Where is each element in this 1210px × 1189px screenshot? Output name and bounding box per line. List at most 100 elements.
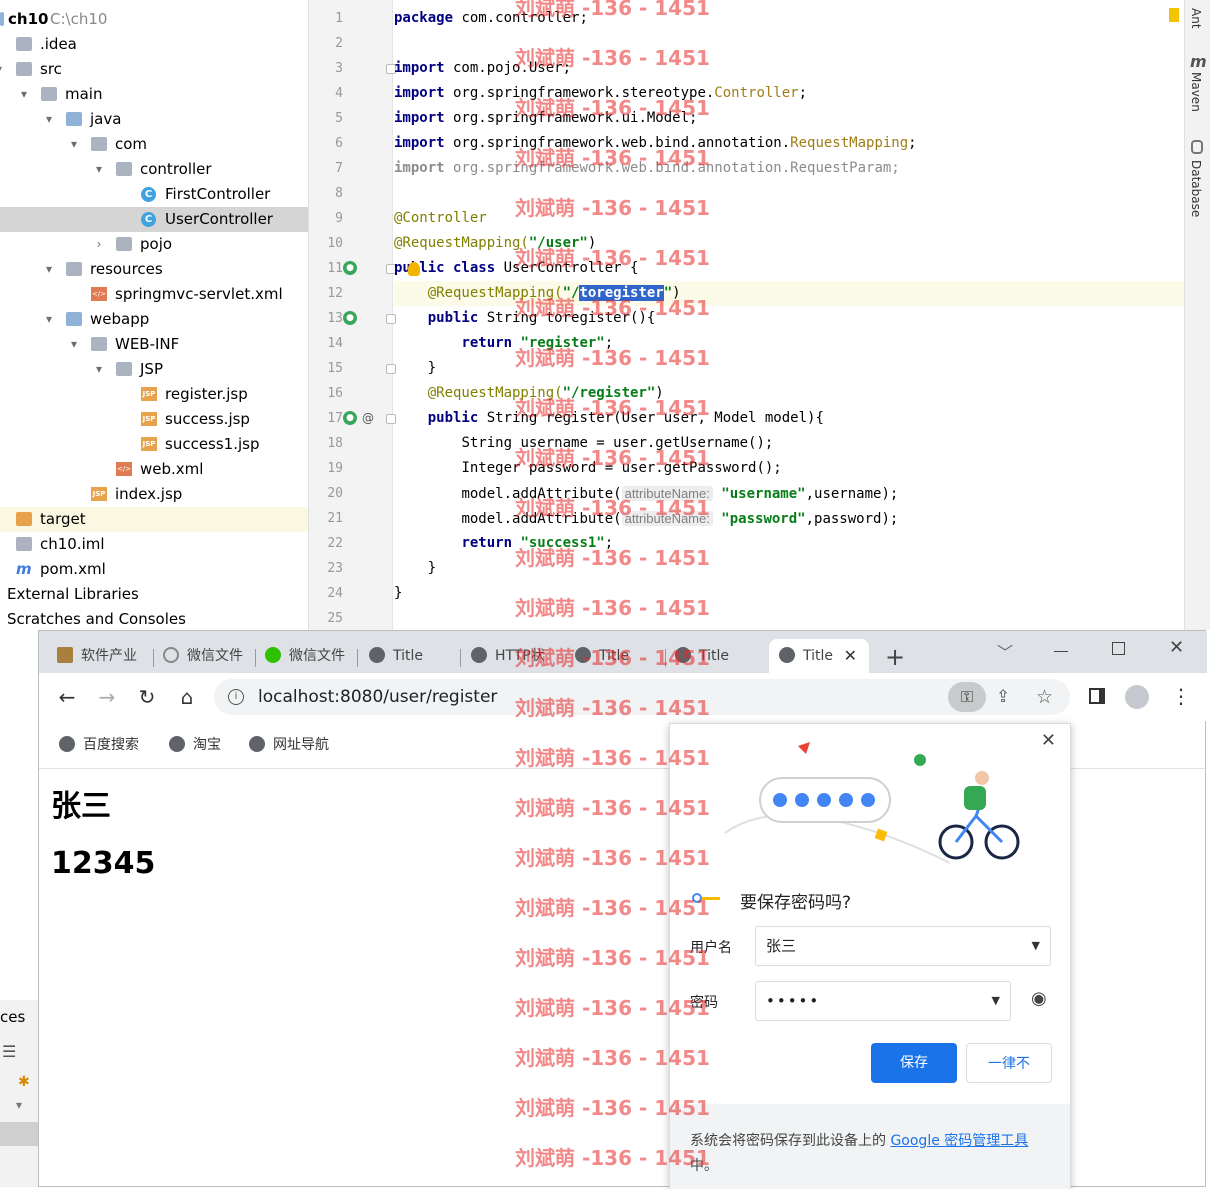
star-icon[interactable]: ☆ [1036, 679, 1053, 715]
ant-tool-tab[interactable]: Ant [1189, 8, 1203, 29]
tree-item[interactable]: JSP register.jsp [0, 382, 308, 407]
code-line-15[interactable]: } [394, 356, 1184, 381]
tree-item[interactable]: JSP success1.jsp [0, 432, 308, 457]
chevron-down-icon[interactable]: ▾ [67, 132, 81, 157]
code-line-21[interactable]: model.addAttribute(attributeName: "passw… [394, 506, 1184, 531]
eye-icon[interactable]: ◉ [1031, 988, 1047, 1009]
code-line-1[interactable]: package com.controller; [394, 6, 1184, 31]
save-button[interactable]: 保存 [871, 1043, 957, 1083]
tree-item[interactable]: ▾ webapp [0, 307, 308, 332]
forward-icon[interactable]: → [91, 681, 123, 713]
home-icon[interactable]: ⌂ [171, 681, 203, 713]
key-icon[interactable]: ⚿ [948, 682, 986, 712]
code-line-16[interactable]: @RequestMapping("/register") [394, 381, 1184, 406]
code-editor[interactable]: package com.controller; import com.pojo.… [394, 0, 1184, 630]
code-line-22[interactable]: return "success1"; [394, 531, 1184, 556]
tree-item[interactable]: ▾ resources [0, 257, 308, 282]
tree-item[interactable]: Scratches and Consoles [0, 607, 308, 632]
bean-gutter-icon[interactable]: ● [343, 261, 357, 275]
code-line-7[interactable]: import org.springframework.web.bind.anno… [394, 156, 1184, 181]
code-line-19[interactable]: Integer password = user.getPassword(); [394, 456, 1184, 481]
tree-item[interactable]: ch10.iml [0, 532, 308, 557]
tree-item[interactable]: ch10 C:\ch10 [0, 7, 308, 32]
maximize-icon[interactable] [1112, 642, 1125, 655]
tree-item[interactable]: ▾ JSP [0, 357, 308, 382]
tree-item[interactable]: ▾ java [0, 107, 308, 132]
info-icon[interactable]: i [228, 689, 244, 705]
chevron-down-icon[interactable]: ▾ [0, 57, 6, 82]
tree-item[interactable]: m pom.xml [0, 557, 308, 582]
code-line-18[interactable]: String username = user.getUsername(); [394, 431, 1184, 456]
code-line-10[interactable]: @RequestMapping("/user") [394, 231, 1184, 256]
profile-avatar-icon[interactable] [1125, 685, 1149, 709]
chevron-down-icon[interactable]: ▾ [42, 257, 56, 282]
bean-gutter-icon[interactable]: ● [343, 411, 357, 425]
tree-item[interactable]: target [0, 507, 308, 532]
tree-item[interactable]: JSP success.jsp [0, 407, 308, 432]
chevron-down-icon[interactable]: ▾ [92, 357, 106, 382]
tab-search-icon[interactable]: ﹀ [997, 639, 1013, 663]
code-line-13[interactable]: public String toregister(){ [394, 306, 1184, 331]
tab-5[interactable]: HTTP状 [471, 639, 565, 673]
new-tab-button[interactable]: + [885, 643, 905, 671]
tree-item[interactable]: C FirstController [0, 182, 308, 207]
code-line-3[interactable]: import com.pojo.User; [394, 56, 1184, 81]
bookmark-2[interactable]: 淘宝 [169, 733, 221, 757]
code-line-11[interactable]: public class UserController { [394, 256, 1184, 281]
close-window-icon[interactable]: ✕ [1169, 637, 1184, 658]
code-line-6[interactable]: import org.springframework.web.bind.anno… [394, 131, 1184, 156]
tab-1[interactable]: 软件产业 [57, 639, 153, 673]
selected-row[interactable] [0, 1122, 38, 1146]
close-dialog-icon[interactable]: ✕ [1041, 730, 1056, 751]
share-icon[interactable]: ⇪ [996, 679, 1010, 715]
tree-item[interactable]: </> springmvc-servlet.xml [0, 282, 308, 307]
close-tab-icon[interactable]: ✕ [844, 639, 857, 673]
chevron-down-icon[interactable]: ▾ [92, 157, 106, 182]
menu-icon[interactable]: ⋮ [1171, 681, 1191, 711]
chevron-down-icon[interactable]: ▾ [42, 107, 56, 132]
tree-item[interactable]: .idea [0, 32, 308, 57]
tree-item[interactable]: External Libraries [0, 582, 308, 607]
never-button[interactable]: 一律不 [966, 1043, 1052, 1083]
mapping-gutter-icon[interactable]: @ [362, 406, 374, 431]
password-field[interactable]: ••••• ▼ [755, 981, 1011, 1021]
warning-marker-icon[interactable] [1169, 8, 1179, 22]
code-line-17[interactable]: public String register(User user, Model … [394, 406, 1184, 431]
code-line-14[interactable]: return "register"; [394, 331, 1184, 356]
code-line-20[interactable]: model.addAttribute(attributeName: "usern… [394, 481, 1184, 506]
minimize-icon[interactable] [1054, 651, 1068, 652]
side-panel-icon[interactable] [1089, 688, 1105, 704]
tab-7[interactable]: Title [675, 639, 765, 673]
password-manager-link[interactable]: Google 密码管理工具 [890, 1133, 1028, 1149]
code-line-5[interactable]: import org.springframework.ui.Model; [394, 106, 1184, 131]
code-line-12[interactable]: @RequestMapping("/toregister") [394, 281, 1184, 306]
code-line-24[interactable]: } [394, 581, 1184, 606]
list-icon[interactable]: ☰ [2, 1042, 16, 1061]
tab-3[interactable]: 微信文件 [265, 639, 355, 673]
chevron-down-icon[interactable]: ▾ [17, 82, 31, 107]
code-line-9[interactable]: @Controller [394, 206, 1184, 231]
database-tool-tab[interactable]: Database [1189, 160, 1203, 217]
tab-2[interactable]: 微信文件 [163, 639, 253, 673]
tree-item[interactable]: </> web.xml [0, 457, 308, 482]
chevron-down-icon[interactable]: ▾ [67, 332, 81, 357]
code-line-4[interactable]: import org.springframework.stereotype.Co… [394, 81, 1184, 106]
tree-item[interactable]: ▾ src [0, 57, 308, 82]
tree-item[interactable]: › pojo [0, 232, 308, 257]
tree-item[interactable]: ▾ com [0, 132, 308, 157]
tab-active[interactable]: Title ✕ [769, 639, 869, 673]
tree-item[interactable]: ▾ main [0, 82, 308, 107]
tree-item[interactable]: C UserController [0, 207, 308, 232]
code-line-23[interactable]: } [394, 556, 1184, 581]
maven-tool-tab[interactable]: Maven [1189, 72, 1203, 112]
url-text[interactable]: localhost:8080/user/register [258, 679, 497, 715]
chevron-down-icon[interactable]: ▾ [42, 307, 56, 332]
lightbulb-icon[interactable] [408, 262, 420, 276]
bookmark-3[interactable]: 网址导航 [249, 733, 329, 757]
tree-item[interactable]: JSP index.jsp [0, 482, 308, 507]
address-bar[interactable]: i localhost:8080/user/register ⚿ ⇪ ☆ [214, 679, 1070, 715]
bookmark-1[interactable]: 百度搜索 [59, 733, 139, 757]
tree-item[interactable]: ▾ controller [0, 157, 308, 182]
tab-6[interactable]: Title [575, 639, 665, 673]
chevron-right-icon[interactable]: › [92, 232, 106, 257]
